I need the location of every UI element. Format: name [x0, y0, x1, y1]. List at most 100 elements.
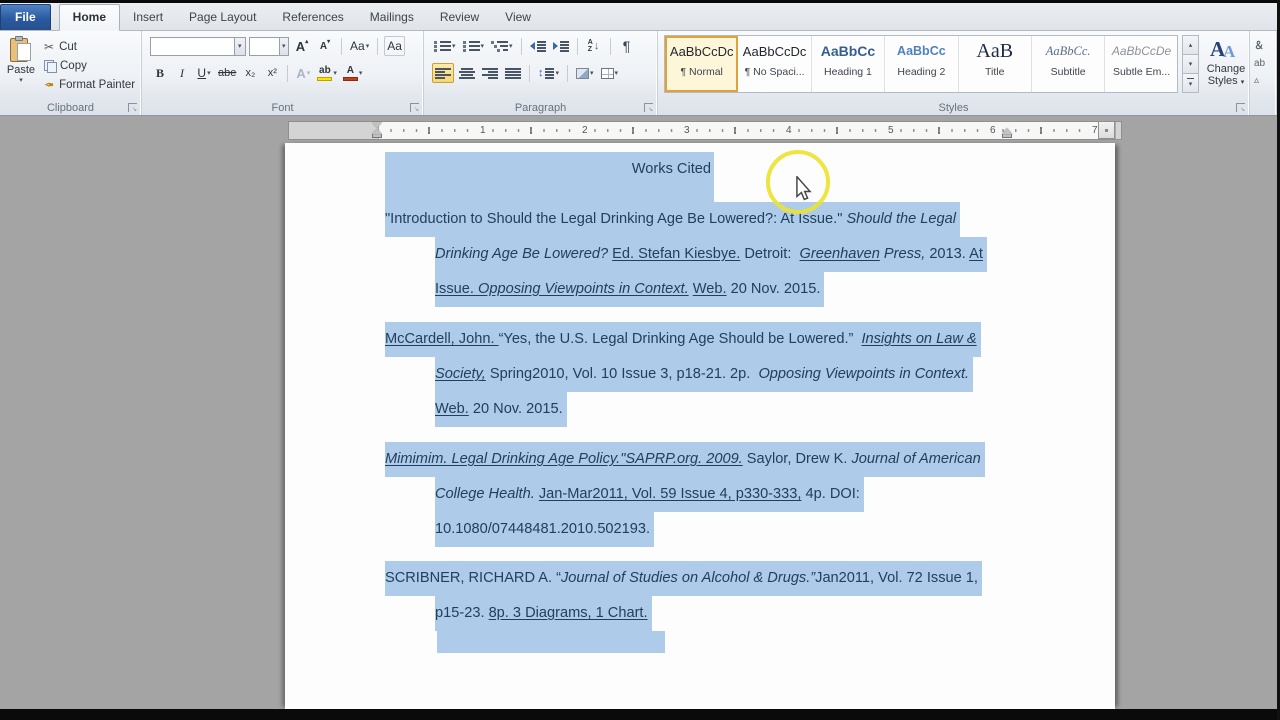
- styles-gallery-down-button[interactable]: ▾: [1182, 55, 1199, 74]
- increase-indent-icon: [553, 42, 558, 50]
- paste-dropdown-caret[interactable]: ▾: [1, 76, 41, 84]
- change-case-button[interactable]: Aa▾: [348, 36, 371, 56]
- tab-view[interactable]: View: [492, 5, 544, 30]
- styles-gallery-more-button[interactable]: ▾: [1182, 74, 1199, 93]
- font-size-combobox[interactable]: ▾: [249, 37, 289, 56]
- line-spacing-button[interactable]: ↕ ▾: [536, 63, 561, 83]
- subscript-button[interactable]: x₂: [240, 63, 260, 83]
- citation-2-line-2[interactable]: Society, Spring2010, Vol. 10 Issue 3, p1…: [435, 357, 973, 392]
- tab-mailings[interactable]: Mailings: [357, 5, 427, 30]
- selected-blank-line[interactable]: [437, 631, 665, 653]
- highlight-color-button[interactable]: ab ▾: [315, 63, 339, 83]
- ruler-number-3: 3: [682, 124, 692, 137]
- citation-3-line-1[interactable]: Mimimim. Legal Drinking Age Policy."SAPR…: [385, 442, 985, 477]
- superscript-button[interactable]: x²: [262, 63, 282, 83]
- tab-home[interactable]: Home: [59, 4, 120, 31]
- borders-button[interactable]: ▾: [599, 63, 621, 83]
- ruler-number-5: 5: [886, 124, 896, 137]
- style-preview: AaBbCc: [885, 44, 957, 59]
- align-right-button[interactable]: [480, 63, 500, 83]
- right-indent-marker[interactable]: [1002, 128, 1012, 139]
- indent-marker[interactable]: [372, 122, 382, 139]
- citation-4-line-2[interactable]: p15-23. 8p. 3 Diagrams, 1 Chart.: [435, 596, 652, 631]
- shading-button[interactable]: ▾: [574, 63, 596, 83]
- sort-button[interactable]: AZ ↓: [584, 36, 604, 56]
- tab-review[interactable]: Review: [427, 5, 492, 30]
- ruler-number-2: 2: [580, 124, 590, 137]
- citation-3-line-2[interactable]: College Health. Jan-Mar2011, Vol. 59 Iss…: [435, 477, 864, 512]
- style-item-nospace[interactable]: AaBbCcDc¶ No Spaci...: [738, 36, 811, 92]
- bold-button[interactable]: B: [150, 63, 170, 83]
- citation-text-run: At: [969, 246, 983, 262]
- format-painter-button[interactable]: ✒ Format Painter: [44, 75, 135, 94]
- paste-clipboard-icon: [10, 36, 32, 63]
- font-dialog-launcher[interactable]: [410, 103, 419, 112]
- font-size-dropdown-caret[interactable]: ▾: [279, 38, 288, 55]
- find-icon[interactable]: ＆: [1254, 37, 1265, 52]
- italic-button[interactable]: I: [172, 63, 192, 83]
- select-cursor-icon[interactable]: ▵: [1254, 75, 1265, 86]
- citation-2-line-1[interactable]: McCardell, John. “Yes, the U.S. Legal Dr…: [385, 322, 981, 357]
- citation-text-run: Jan-Mar2011, Vol. 59 Issue 4, p330-333,: [539, 486, 802, 502]
- font-size-input[interactable]: [250, 38, 279, 55]
- replace-icon[interactable]: ab: [1254, 58, 1265, 69]
- horizontal-ruler[interactable]: 1234567: [288, 121, 1122, 140]
- citation-1-line-3[interactable]: Issue. Opposing Viewpoints in Context. W…: [435, 272, 824, 307]
- citation-text-run: Mimimim. Legal Drinking Age Policy."SAPR…: [385, 451, 743, 467]
- paragraph-dialog-launcher[interactable]: [644, 103, 653, 112]
- font-name-input[interactable]: [151, 38, 234, 55]
- font-name-combobox[interactable]: ▾: [150, 37, 246, 56]
- shrink-font-button[interactable]: A▾: [315, 36, 335, 56]
- paste-button[interactable]: Paste ▾: [1, 34, 41, 108]
- justify-button[interactable]: [503, 63, 523, 83]
- align-center-button[interactable]: [457, 63, 477, 83]
- citation-2-line-3[interactable]: Web. 20 Nov. 2015.: [435, 392, 567, 427]
- tab-file[interactable]: File: [0, 4, 51, 30]
- line-spacing-icon: ↕: [538, 67, 544, 79]
- styles-dialog-launcher[interactable]: [1236, 103, 1245, 112]
- ribbon: Paste ▾ ✂ Cut Copy ✒ Format Painter Clip…: [0, 31, 1277, 116]
- citation-4-line-1[interactable]: SCRIBNER, RICHARD A. “Journal of Studies…: [385, 561, 982, 596]
- numbering-button[interactable]: ▾: [461, 36, 487, 56]
- font-name-dropdown-caret[interactable]: ▾: [234, 38, 245, 55]
- tab-references[interactable]: References: [269, 5, 356, 30]
- decrease-indent-button[interactable]: [528, 36, 548, 56]
- view-ruler-toggle-button[interactable]: [1098, 121, 1115, 139]
- clipboard-group: Paste ▾ ✂ Cut Copy ✒ Format Painter Clip…: [0, 31, 142, 115]
- grow-font-button[interactable]: A▴: [292, 36, 312, 56]
- increase-indent-button[interactable]: [551, 36, 571, 56]
- strikethrough-button[interactable]: abe: [216, 63, 238, 83]
- style-name: Subtitle: [1032, 66, 1104, 78]
- multilevel-list-button[interactable]: ▾: [489, 36, 515, 56]
- style-item-subtitle[interactable]: AaBbCc.Subtitle: [1032, 36, 1105, 92]
- numbered-list-icon: [463, 41, 480, 52]
- citation-3-line-3[interactable]: 10.1080/07448481.2010.502193.: [435, 512, 654, 547]
- style-item-h2[interactable]: AaBbCc Heading 2: [885, 36, 958, 92]
- document-page[interactable]: Works Cited "Introduction to Should the …: [285, 143, 1115, 709]
- style-item-subtle[interactable]: AaBbCcDеSubtle Em...: [1105, 36, 1178, 92]
- change-styles-button[interactable]: AA Change Styles ▾: [1204, 35, 1248, 97]
- clipboard-group-label: Clipboard: [0, 102, 141, 114]
- style-item-normal[interactable]: AaBbCcDc¶ Normal: [665, 36, 738, 92]
- clipboard-dialog-launcher[interactable]: [128, 103, 137, 112]
- cut-button[interactable]: ✂ Cut: [44, 37, 135, 56]
- clear-formatting-button[interactable]: Aa: [384, 36, 405, 56]
- citation-text-run: “Yes, the U.S. Legal Drinking Age Should…: [499, 331, 862, 347]
- text-effects-button[interactable]: A▾: [293, 63, 313, 83]
- citation-1-line-1[interactable]: "Introduction to Should the Legal Drinki…: [385, 202, 960, 237]
- show-hide-formatting-button[interactable]: ¶: [617, 36, 637, 56]
- underline-button[interactable]: U▾: [194, 63, 214, 83]
- bullets-button[interactable]: ▾: [432, 36, 458, 56]
- style-item-h1[interactable]: AaBbCсHeading 1: [812, 36, 885, 92]
- mouse-cursor: [795, 176, 812, 206]
- tab-page-layout[interactable]: Page Layout: [176, 5, 269, 30]
- style-item-title[interactable]: AaBTitle: [959, 36, 1032, 92]
- style-name: Heading 2: [885, 66, 957, 78]
- tab-insert[interactable]: Insert: [120, 5, 176, 30]
- citation-1-line-2[interactable]: Drinking Age Be Lowered? Ed. Stefan Kies…: [435, 237, 987, 272]
- document-title[interactable]: Works Cited: [385, 152, 714, 202]
- copy-button[interactable]: Copy: [44, 56, 135, 75]
- styles-gallery-up-button[interactable]: ▴: [1182, 35, 1199, 55]
- font-color-button[interactable]: A ▾: [341, 63, 365, 83]
- align-left-button[interactable]: [432, 63, 454, 83]
